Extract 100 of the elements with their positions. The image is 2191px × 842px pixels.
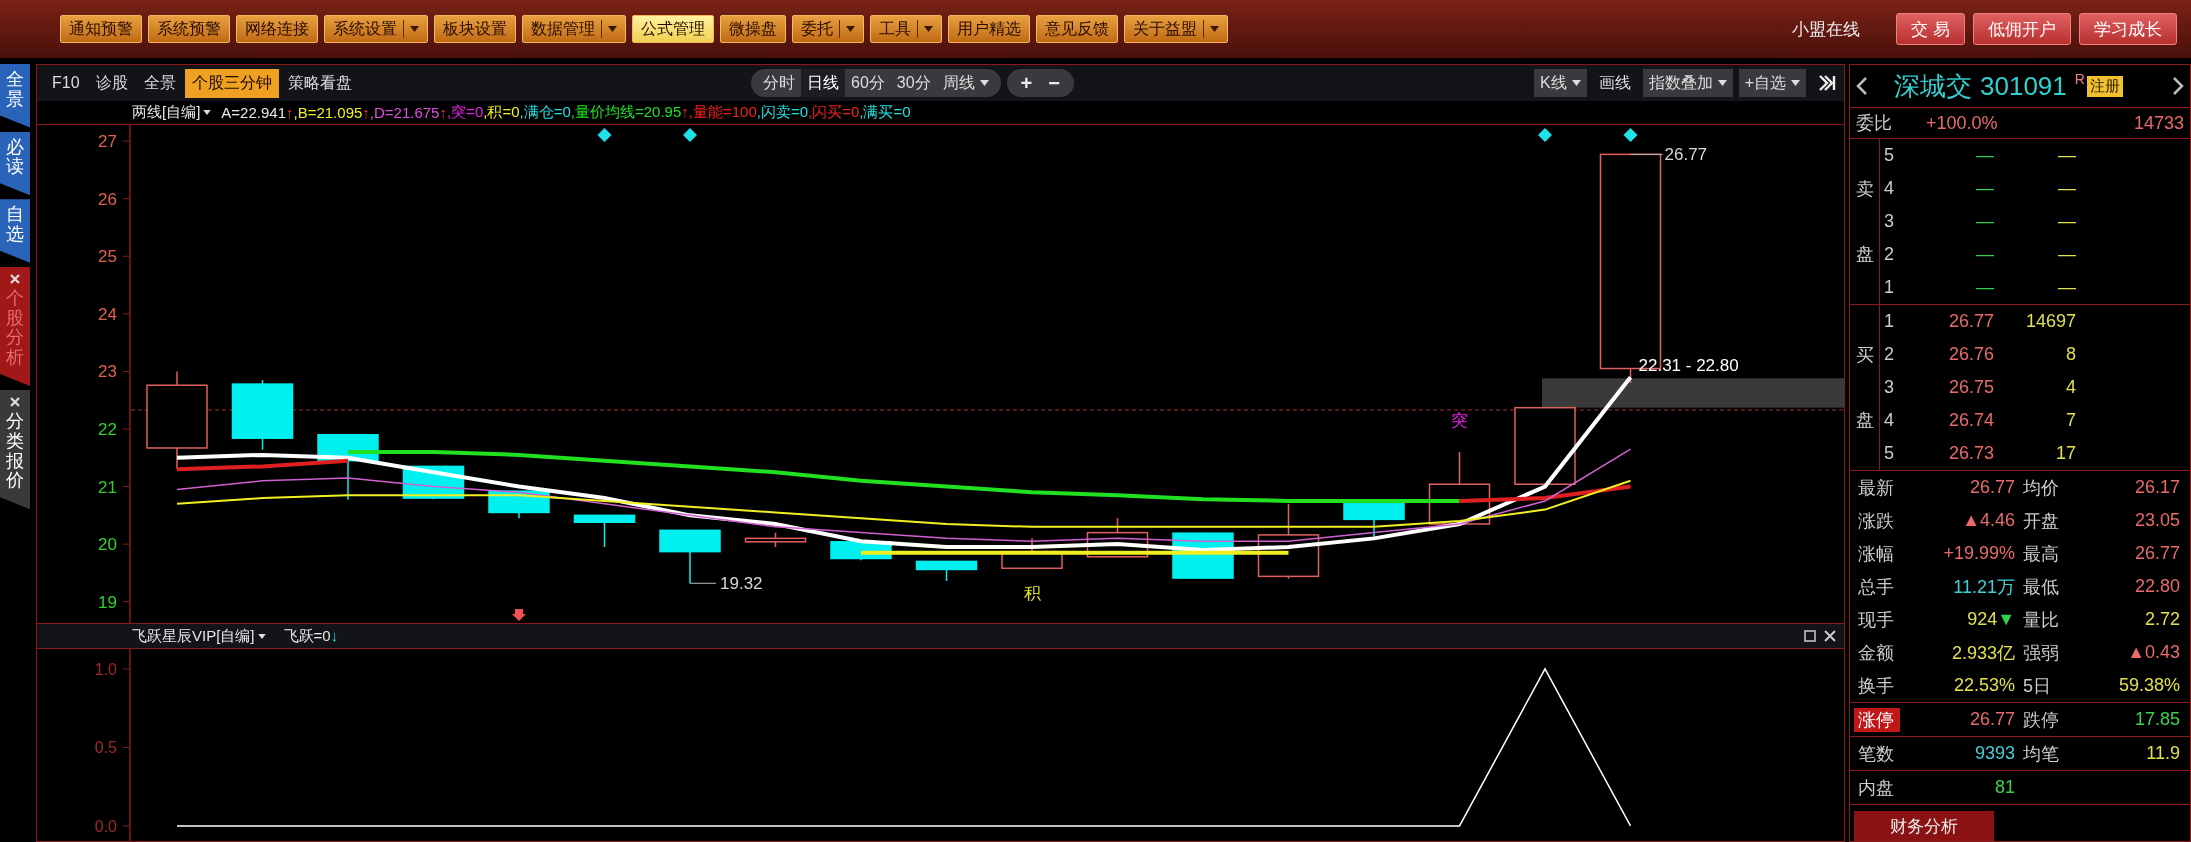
action-button[interactable]: 交 易: [1896, 13, 1965, 45]
menu-button[interactable]: 用户精选: [948, 15, 1030, 43]
level-number: 5: [1883, 443, 1895, 464]
menu-button[interactable]: 微操盘: [720, 15, 786, 43]
field-label: 委比: [1856, 112, 1892, 135]
axis-label: 27: [98, 132, 117, 152]
field-label: 涨跌: [1858, 509, 1894, 533]
menu-button[interactable]: 公式管理: [632, 15, 714, 43]
ask-price: —: [1975, 244, 1994, 265]
axis-label: 0.5: [94, 739, 117, 757]
field-value: +19.99%: [1943, 543, 2015, 564]
bid-price: 26.75: [1947, 377, 1994, 398]
accumulate-signal: 积: [1023, 583, 1041, 603]
ask-price: —: [1975, 178, 1994, 199]
menu-button[interactable]: 板块设置: [434, 15, 516, 43]
field-value: 11.21万: [1953, 575, 2015, 599]
tool-button[interactable]: K线: [1534, 69, 1587, 97]
menu-button[interactable]: 网络连接: [236, 15, 318, 43]
indicator-value: ,满买=0: [859, 103, 911, 122]
menu-button[interactable]: 通知预警: [60, 15, 142, 43]
view-tab[interactable]: 个股三分钟: [184, 68, 279, 98]
maximize-icon[interactable]: [1804, 630, 1816, 642]
action-button[interactable]: 低佣开户: [1973, 13, 2071, 45]
diamond-marker: [597, 128, 612, 142]
period-tab[interactable]: 日线: [801, 69, 845, 97]
sidebar-tab[interactable]: 分类报价: [0, 389, 30, 510]
tab-label: 个股分析: [6, 288, 24, 368]
menu-button[interactable]: 数据管理: [522, 15, 626, 43]
axis-label: 21: [98, 477, 117, 497]
field-value: 2.72: [2144, 609, 2180, 630]
field-value: ▲0.43: [2127, 642, 2180, 663]
sidebar-tab[interactable]: 全景: [0, 64, 30, 128]
view-tab[interactable]: F10: [45, 68, 87, 98]
period-tab[interactable]: 60分: [845, 69, 891, 97]
sidebar-tab[interactable]: 必读: [0, 131, 30, 196]
level-number: 1: [1883, 277, 1895, 298]
zoom-button[interactable]: +: [1012, 71, 1041, 95]
chevron-left-icon[interactable]: [1856, 76, 1868, 96]
caret-icon: [1210, 26, 1219, 32]
tool-button[interactable]: 画线: [1592, 69, 1637, 97]
field-value: 59.38%: [2118, 675, 2180, 696]
leader-line: [1630, 153, 1663, 155]
side-label: 买盘: [1850, 305, 1880, 470]
close-icon[interactable]: [9, 272, 21, 285]
axis-label: 26: [98, 189, 117, 209]
stock-name: 深城交: [1894, 69, 1972, 103]
sidebar-tab[interactable]: 自选: [0, 199, 30, 263]
ask-price: —: [1975, 277, 1994, 298]
field-label: 笔数: [1858, 742, 1894, 766]
bid-volume: 7: [2065, 410, 2076, 431]
menu-button[interactable]: 关于益盟: [1124, 15, 1228, 43]
menu-button[interactable]: 工具: [870, 15, 942, 43]
ask-volume: —: [2057, 178, 2076, 199]
chevron-right-icon[interactable]: [2172, 76, 2184, 96]
field-value: 14733: [2133, 112, 2184, 134]
field-label: 跌停: [2023, 708, 2059, 732]
caret-icon: [1791, 80, 1800, 86]
stock-code: 301091: [1980, 70, 2067, 102]
diamond-marker: [1623, 128, 1638, 142]
action-button[interactable]: 学习成长: [2079, 13, 2177, 45]
candlestick: [659, 529, 721, 585]
period-tab[interactable]: 周线: [936, 69, 995, 97]
candlestick: [231, 379, 294, 451]
indicator-name[interactable]: 飞跃星辰VIP[自编]: [132, 626, 266, 646]
view-tab[interactable]: 策略看盘: [280, 68, 359, 98]
candlestick: [1001, 537, 1063, 570]
financial-analysis-button[interactable]: 财务分析: [1854, 811, 1994, 841]
indicator-value: ,积=0: [483, 103, 520, 122]
field-label: 总手: [1858, 575, 1894, 599]
period-tab[interactable]: 30分: [890, 69, 937, 97]
ask-volume: —: [2057, 277, 2076, 298]
field-value: 11.9: [2146, 743, 2180, 764]
bid-volume: 4: [2065, 377, 2076, 398]
candlestick: [915, 560, 978, 582]
bid-price: 26.77: [1947, 311, 1994, 332]
price-label: 26.77: [1664, 145, 1708, 165]
tab-label: 自选: [6, 205, 24, 245]
indicator-value: ,突=0: [446, 103, 484, 122]
view-tab[interactable]: 诊股: [88, 68, 135, 98]
view-tab[interactable]: 全景: [136, 68, 183, 98]
menu-button[interactable]: 委托: [792, 15, 864, 43]
stock-flag-label: R: [2074, 71, 2085, 87]
indicator-name[interactable]: 两线[自编]: [132, 103, 212, 122]
axis-label: 19: [98, 592, 117, 612]
price-label: 19.32: [720, 574, 763, 594]
collapse-panel-icon[interactable]: [1818, 74, 1836, 92]
field-label: 现手: [1858, 608, 1894, 632]
zoom-button[interactable]: −: [1040, 71, 1068, 95]
axis-label: 20: [98, 535, 117, 555]
menu-button[interactable]: 意见反馈: [1036, 15, 1118, 43]
close-icon[interactable]: [9, 395, 21, 408]
tool-button[interactable]: 指数叠加: [1642, 69, 1733, 97]
menu-button[interactable]: 系统设置: [324, 15, 428, 43]
candlestick: [744, 531, 807, 548]
close-icon[interactable]: [1824, 630, 1836, 642]
tool-button[interactable]: +自选: [1738, 69, 1806, 97]
menu-button[interactable]: 系统预警: [148, 15, 230, 43]
level-number: 5: [1883, 145, 1895, 166]
period-tab[interactable]: 分时: [757, 69, 801, 97]
field-value: 23.05: [2134, 510, 2180, 531]
